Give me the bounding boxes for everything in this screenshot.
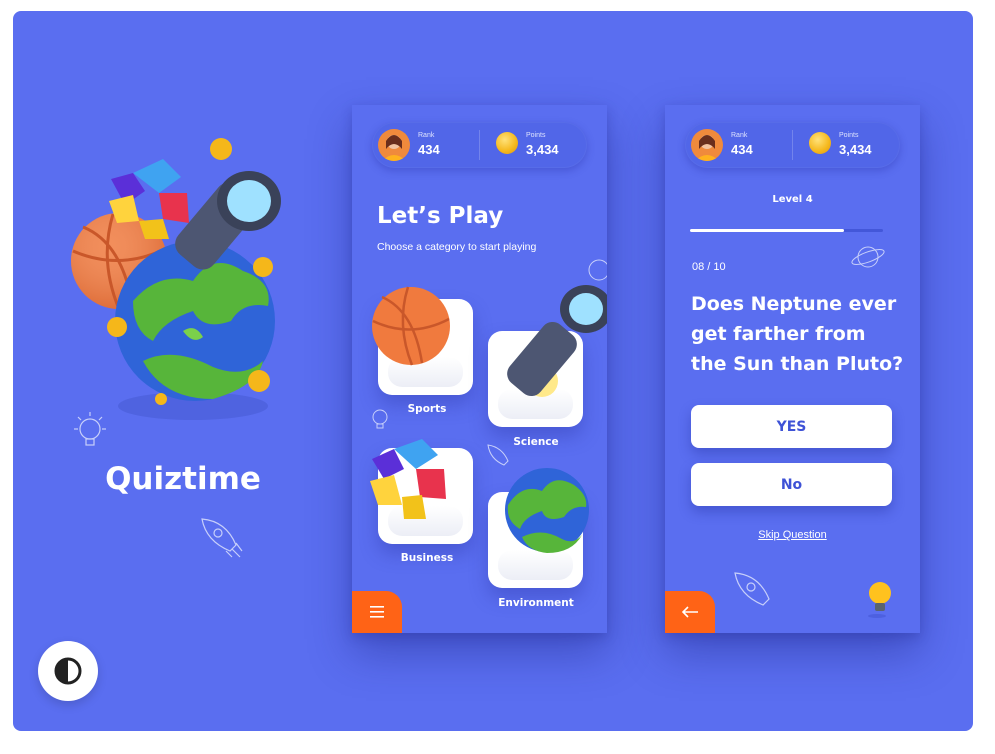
- lightbulb-outline-icon: [74, 412, 106, 446]
- arrow-left-icon: [681, 606, 698, 618]
- quiz-progress-fill: [690, 229, 845, 232]
- level-label: Level 4: [772, 194, 813, 205]
- coin-icon: [496, 132, 518, 154]
- theme-toggle-button[interactable]: [38, 641, 98, 701]
- question-counter: 08 / 10: [692, 261, 726, 273]
- rocket-outline-icon: [201, 518, 243, 558]
- page-title: Let’s Play: [377, 203, 504, 229]
- quiz-screen: Rank 434 Points 3,434 Level 4 08 / 10 Do…: [665, 105, 920, 633]
- category-label-business: Business: [400, 552, 454, 564]
- page-subtitle: Choose a category to start playing: [377, 241, 537, 253]
- skip-question-link[interactable]: Skip Question: [665, 529, 920, 541]
- answer-button-yes[interactable]: YES: [691, 405, 892, 448]
- avatar[interactable]: [691, 129, 723, 161]
- categories-screen: Rank 434 Points 3,434 Let’s Play Choose …: [352, 105, 607, 633]
- brand-title: Quiztime: [105, 461, 261, 497]
- answer-button-no[interactable]: No: [691, 463, 892, 506]
- hamburger-menu-icon: [370, 606, 384, 618]
- avatar[interactable]: [378, 129, 410, 161]
- rank-value: 434: [731, 142, 753, 157]
- showcase-canvas: Quiztime Rank 434 Points 3,434 Let’s Pla…: [13, 11, 973, 731]
- contrast-icon: [54, 657, 82, 685]
- lightbulb-outline-icon: [372, 409, 388, 429]
- rank-label: Rank: [418, 132, 435, 139]
- rank-value: 434: [418, 142, 440, 157]
- divider: [479, 130, 480, 160]
- planet-outline-icon: [851, 246, 885, 268]
- rank-label: Rank: [731, 132, 748, 139]
- quiz-progress-bar: [690, 229, 883, 232]
- question-text: Does Neptune ever get farther from the S…: [691, 293, 904, 375]
- user-stats-bar: Rank 434 Points 3,434: [372, 122, 587, 168]
- back-button[interactable]: [665, 591, 715, 633]
- category-label-environment: Environment: [498, 597, 574, 609]
- points-value: 3,434: [526, 142, 559, 157]
- lightbulb-icon[interactable]: [865, 579, 895, 619]
- divider: [792, 130, 793, 160]
- points-value: 3,434: [839, 142, 872, 157]
- points-label: Points: [526, 132, 546, 139]
- hero-illustration: [71, 138, 281, 420]
- rocket-outline-icon: [734, 572, 770, 606]
- menu-button[interactable]: [352, 591, 402, 633]
- coin-icon: [809, 132, 831, 154]
- points-label: Points: [839, 132, 859, 139]
- basketball-icon: [372, 286, 450, 366]
- user-stats-bar: Rank 434 Points 3,434: [685, 122, 900, 168]
- pie-chart-icon: [370, 439, 446, 519]
- telescope-icon: [507, 285, 607, 397]
- earth-globe-icon: [505, 468, 589, 553]
